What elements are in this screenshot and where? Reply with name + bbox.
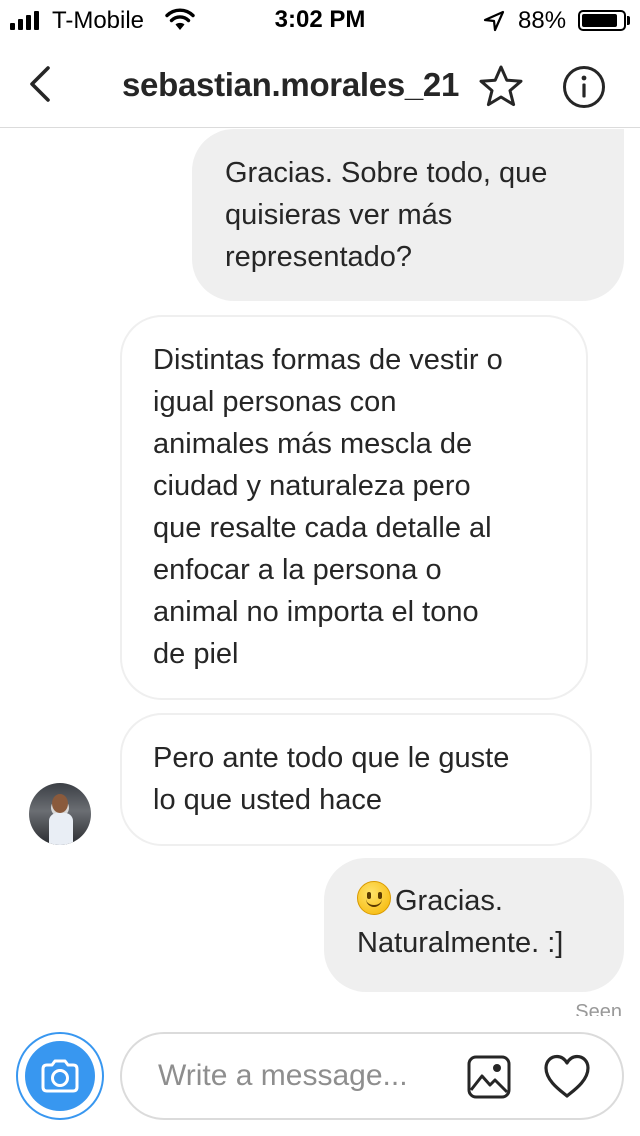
location-arrow-icon bbox=[483, 10, 505, 32]
message-text: Gracias. Naturalmente. :] bbox=[357, 880, 608, 964]
message-text: Gracias. Sobre todo, que quisieras ver m… bbox=[225, 157, 548, 273]
star-icon bbox=[479, 65, 523, 107]
outgoing-message-bubble[interactable]: Gracias. Sobre todo, que quisieras ver m… bbox=[192, 129, 624, 301]
chat-header: sebastian.morales_21 bbox=[0, 40, 640, 128]
back-button[interactable] bbox=[22, 62, 62, 106]
star-button[interactable] bbox=[478, 64, 524, 108]
message-text: Distintas formas de vestir o igual perso… bbox=[153, 344, 503, 670]
message-thread[interactable]: Gracias. Sobre todo, que quisieras ver m… bbox=[0, 129, 640, 1016]
slightly-smiling-face-emoji bbox=[357, 881, 391, 915]
avatar[interactable] bbox=[29, 783, 91, 845]
gallery-button[interactable] bbox=[466, 1054, 512, 1100]
camera-icon bbox=[41, 1059, 79, 1093]
battery-tip bbox=[627, 16, 630, 25]
camera-button-fill bbox=[25, 1041, 95, 1111]
battery-level-fill bbox=[582, 14, 618, 27]
outgoing-message-bubble[interactable]: Gracias. Naturalmente. :] bbox=[324, 858, 624, 992]
status-bar: T-Mobile 3:02 PM 88% bbox=[0, 0, 640, 40]
battery-icon bbox=[578, 10, 626, 31]
message-composer bbox=[0, 1016, 640, 1136]
message-text: Pero ante todo que le guste lo que usted… bbox=[153, 742, 510, 816]
like-button[interactable] bbox=[542, 1053, 592, 1101]
info-icon bbox=[563, 66, 605, 108]
chat-title[interactable]: sebastian.morales_21 bbox=[122, 66, 459, 104]
heart-icon bbox=[544, 1054, 590, 1098]
camera-button[interactable] bbox=[16, 1032, 104, 1120]
seen-label: Seen bbox=[575, 1001, 622, 1016]
avatar-shirt bbox=[49, 813, 73, 845]
message-input[interactable] bbox=[158, 1054, 448, 1098]
chevron-left-icon bbox=[30, 66, 50, 102]
incoming-message-bubble[interactable]: Distintas formas de vestir o igual perso… bbox=[120, 315, 588, 700]
message-input-box bbox=[120, 1032, 624, 1120]
battery-percent: 88% bbox=[518, 7, 567, 34]
incoming-message-bubble[interactable]: Pero ante todo que le guste lo que usted… bbox=[120, 713, 592, 846]
avatar-head bbox=[52, 794, 68, 813]
image-icon bbox=[467, 1055, 511, 1099]
info-button[interactable] bbox=[562, 65, 606, 109]
